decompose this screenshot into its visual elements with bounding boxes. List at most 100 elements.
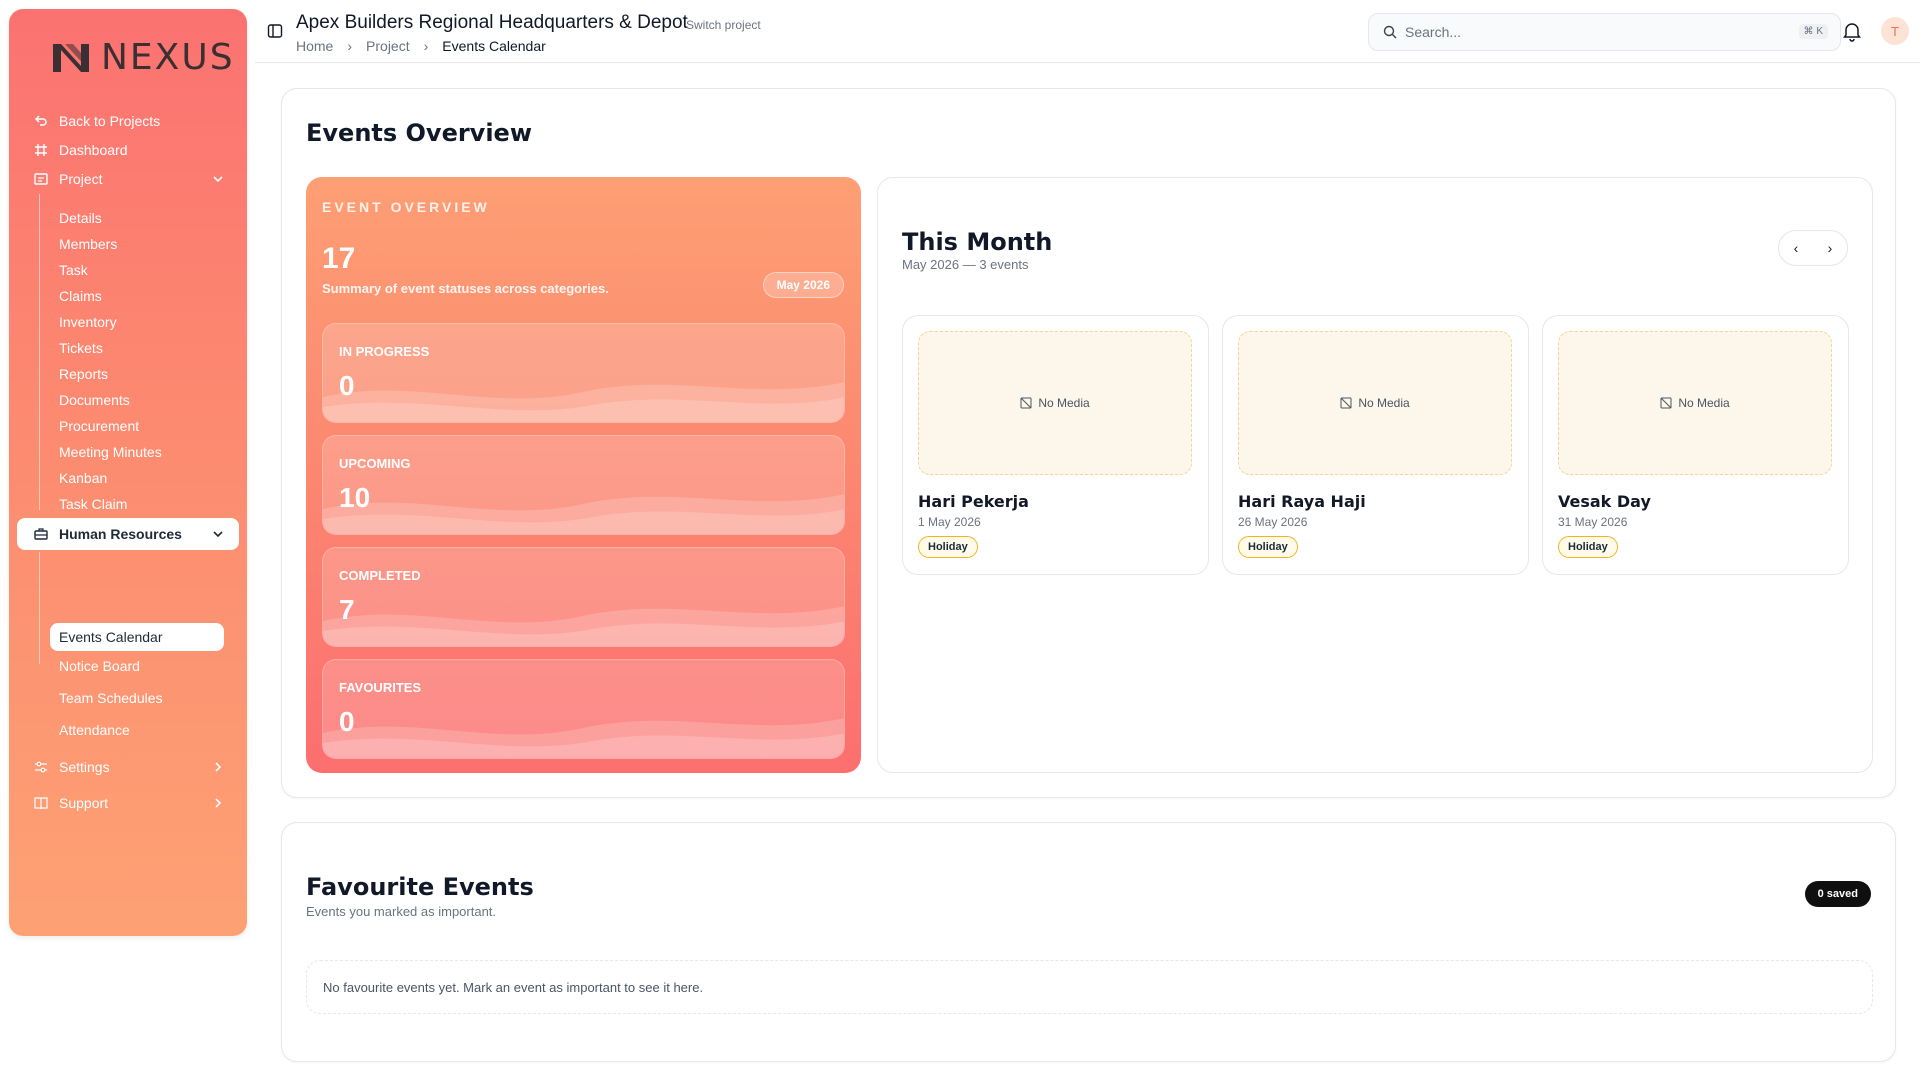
event-name: Hari Raya Haji [1238, 492, 1366, 511]
briefcase-icon [33, 526, 49, 542]
overview-summary: Summary of event statuses across categor… [322, 281, 609, 296]
sidebar-item-dashboard[interactable]: Dashboard [17, 135, 239, 165]
undo-arrow-icon [33, 113, 49, 129]
sidebar-item-inventory[interactable]: Inventory [50, 308, 117, 336]
breadcrumb-home[interactable]: Home [296, 38, 333, 54]
sidebar-item-team-schedules[interactable]: Team Schedules [50, 684, 163, 712]
event-date: 31 May 2026 [1558, 515, 1628, 529]
breadcrumb-project[interactable]: Project [366, 38, 410, 54]
event-name: Hari Pekerja [918, 492, 1029, 511]
breadcrumb: Home › Project › Events Calendar [296, 38, 546, 54]
sidebar-item-task-claim[interactable]: Task Claim [50, 490, 127, 518]
sidebar-item-attendance[interactable]: Attendance [50, 716, 130, 744]
this-month-subtitle: May 2026 — 3 events [902, 257, 1029, 272]
event-tag-badge: Holiday [1238, 536, 1298, 558]
event-card[interactable]: No Media Hari Pekerja 1 May 2026 Holiday [902, 315, 1209, 575]
sliders-icon [33, 759, 49, 775]
sidebar-item-claims[interactable]: Claims [50, 282, 102, 310]
media-placeholder: No Media [918, 331, 1192, 475]
stat-in-progress[interactable]: IN PROGRESS 0 [322, 323, 845, 423]
month-badge: May 2026 [762, 272, 844, 298]
logo[interactable]: NEXUS [51, 37, 235, 78]
this-month-title: This Month [902, 228, 1053, 256]
overview-label: EVENT OVERVIEW [322, 199, 490, 215]
wave-decoration [323, 718, 844, 758]
project-submenu-rail [39, 194, 40, 510]
events-overview-panel: Events Overview EVENT OVERVIEW 17 Summar… [281, 88, 1896, 798]
event-overview-card: EVENT OVERVIEW 17 Summary of event statu… [306, 177, 861, 773]
event-tag-badge: Holiday [1558, 536, 1618, 558]
saved-count-badge: 0 saved [1804, 881, 1871, 907]
event-card[interactable]: No Media Hari Raya Haji 26 May 2026 Holi… [1222, 315, 1529, 575]
chevron-right-icon [215, 762, 222, 772]
sidebar-item-task[interactable]: Task [50, 256, 88, 284]
project-label: Project [59, 171, 103, 187]
stat-label: UPCOMING [339, 456, 411, 471]
no-image-icon [1660, 397, 1672, 409]
chevron-right-icon: › [347, 38, 353, 54]
event-card[interactable]: No Media Vesak Day 31 May 2026 Holiday [1542, 315, 1849, 575]
sidebar-item-settings[interactable]: Settings [17, 752, 239, 782]
prev-button[interactable]: ‹ [1784, 240, 1808, 256]
chevron-right-icon [215, 798, 222, 808]
empty-state: No favourite events yet. Mark an event a… [306, 960, 1873, 1014]
chevron-down-icon [213, 531, 223, 538]
overview-total: 17 [322, 242, 356, 275]
page-title: Events Overview [306, 119, 532, 147]
stat-label: IN PROGRESS [339, 344, 430, 359]
brand-name: NEXUS [101, 37, 235, 78]
event-date: 26 May 2026 [1238, 515, 1308, 529]
chevron-right-icon: › [423, 38, 429, 54]
bell-icon[interactable] [1841, 20, 1863, 42]
stat-label: COMPLETED [339, 568, 421, 583]
sidebar-item-documents[interactable]: Documents [50, 386, 130, 414]
stat-favourites[interactable]: FAVOURITES 0 [322, 659, 845, 759]
sidebar-toggle-icon[interactable] [267, 23, 283, 39]
no-image-icon [1340, 397, 1352, 409]
sidebar-item-details[interactable]: Details [50, 204, 102, 232]
human-resources-label: Human Resources [59, 526, 182, 542]
sidebar-item-project[interactable]: Project [17, 164, 239, 194]
favourite-events-title: Favourite Events [306, 873, 534, 901]
hash-icon [33, 142, 49, 158]
search-placeholder: Search... [1405, 24, 1462, 40]
sidebar-item-reports[interactable]: Reports [50, 360, 108, 388]
favourite-events-panel: Favourite Events Events you marked as im… [281, 822, 1896, 1062]
support-label: Support [59, 795, 109, 811]
sidebar-item-members[interactable]: Members [50, 230, 117, 258]
sidebar-item-meeting-minutes[interactable]: Meeting Minutes [50, 438, 162, 466]
chevron-down-icon [213, 176, 223, 183]
book-icon [33, 795, 49, 811]
media-placeholder: No Media [1558, 331, 1832, 475]
media-placeholder: No Media [1238, 331, 1512, 475]
settings-label: Settings [59, 759, 110, 775]
month-pager: ‹ › [1778, 230, 1848, 266]
stat-upcoming[interactable]: UPCOMING 10 [322, 435, 845, 535]
next-button[interactable]: › [1818, 240, 1842, 256]
sidebar-item-tickets[interactable]: Tickets [50, 334, 103, 362]
nexus-logo-icon [53, 43, 89, 72]
event-tag-badge: Holiday [918, 536, 978, 558]
sidebar-item-kanban[interactable]: Kanban [50, 464, 107, 492]
sidebar-item-human-resources[interactable]: Human Resources [17, 518, 239, 550]
switch-project-link[interactable]: Switch project [686, 18, 761, 32]
sidebar-item-support[interactable]: Support [17, 788, 239, 818]
search-shortcut: ⌘ K [1798, 24, 1828, 39]
event-date: 1 May 2026 [918, 515, 981, 529]
wave-decoration [323, 382, 844, 422]
sidebar-item-notice-board[interactable]: Notice Board [50, 652, 140, 680]
sidebar-item-events-calendar[interactable]: Events Calendar [50, 623, 224, 651]
back-to-projects-label: Back to Projects [59, 113, 161, 129]
stat-label: FAVOURITES [339, 680, 422, 695]
wave-decoration [323, 606, 844, 646]
event-name: Vesak Day [1558, 492, 1651, 511]
hr-submenu-rail [39, 552, 40, 664]
search-icon [1383, 25, 1397, 39]
sidebar-item-procurement[interactable]: Procurement [50, 412, 139, 440]
avatar[interactable]: T [1881, 17, 1909, 45]
search-input[interactable]: Search... ⌘ K [1368, 13, 1841, 51]
stat-completed[interactable]: COMPLETED 7 [322, 547, 845, 647]
back-to-projects-link[interactable]: Back to Projects [17, 106, 239, 136]
no-image-icon [1020, 397, 1032, 409]
wave-decoration [323, 494, 844, 534]
